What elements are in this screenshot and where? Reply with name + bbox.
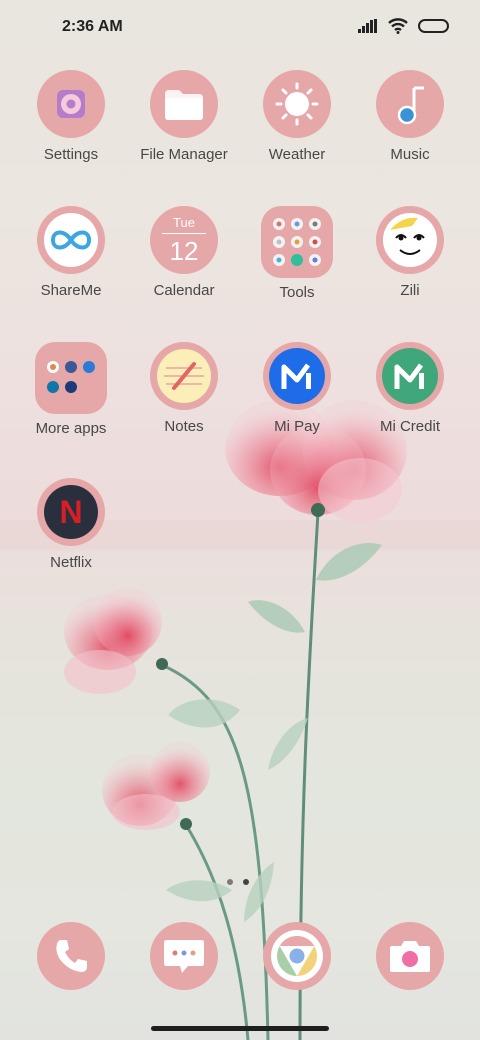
message-icon bbox=[150, 922, 218, 990]
dock-messages[interactable] bbox=[134, 922, 234, 990]
dock-phone[interactable] bbox=[21, 922, 121, 990]
phone-icon bbox=[37, 922, 105, 990]
dock-camera[interactable] bbox=[360, 922, 460, 990]
chrome-icon bbox=[263, 922, 331, 990]
home-indicator[interactable] bbox=[151, 1026, 329, 1031]
dock-chrome[interactable] bbox=[247, 922, 347, 990]
camera-icon bbox=[376, 922, 444, 990]
dock bbox=[0, 0, 480, 1040]
